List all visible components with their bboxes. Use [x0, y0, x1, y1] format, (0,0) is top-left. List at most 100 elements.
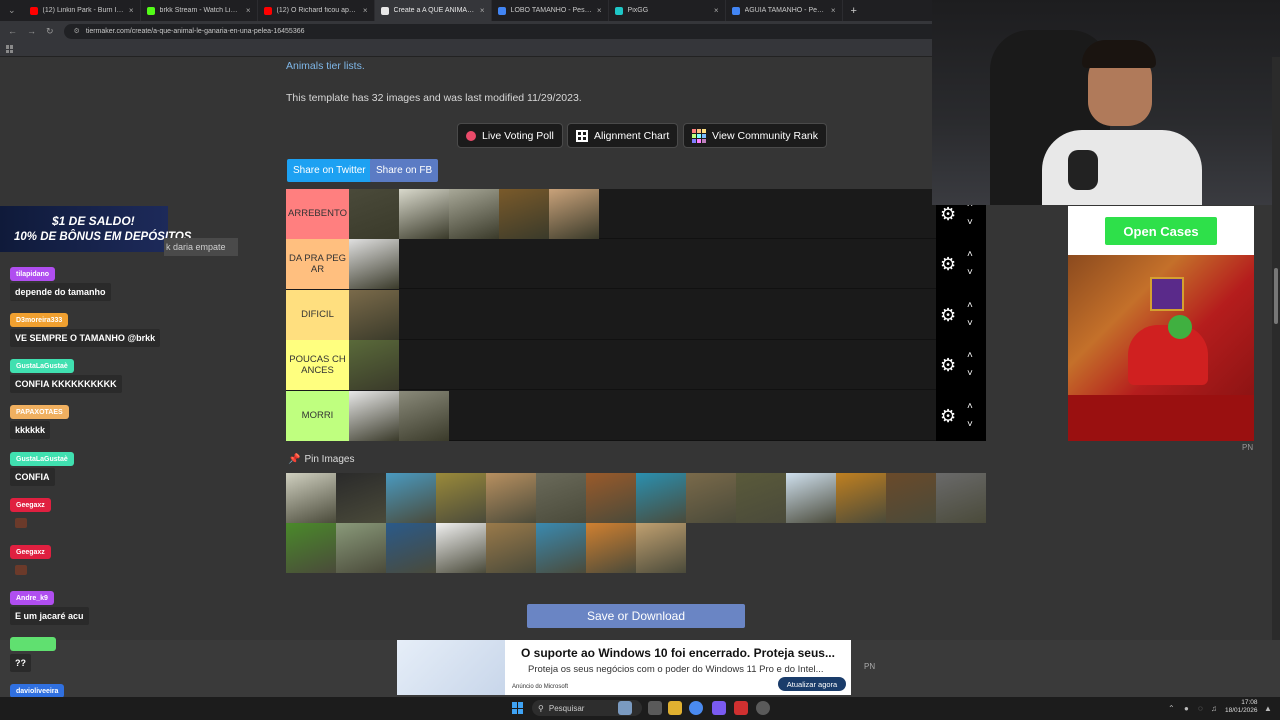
tab-close-icon[interactable]: ×: [831, 6, 836, 15]
gear-icon[interactable]: ⚙: [940, 407, 958, 425]
browser-tab[interactable]: brkk Stream - Watch Live on Kick ×: [141, 0, 258, 21]
scrollbar-thumb[interactable]: [1274, 268, 1278, 324]
chat-username[interactable]: GustaLaGustaè: [10, 359, 74, 373]
animal-thumbnail[interactable]: [399, 390, 449, 441]
tab-close-icon[interactable]: ×: [246, 6, 251, 15]
chat-username[interactable]: tilapidano: [10, 267, 56, 281]
tier-label[interactable]: ARREBENTO: [286, 189, 349, 239]
animal-thumbnail[interactable]: [436, 523, 486, 573]
animal-thumbnail[interactable]: [286, 523, 336, 573]
animal-thumbnail[interactable]: [349, 239, 399, 290]
animal-thumbnail[interactable]: [936, 473, 986, 523]
animal-thumbnail[interactable]: [736, 473, 786, 523]
gear-icon[interactable]: ⚙: [940, 356, 958, 374]
chrome-icon[interactable]: [689, 701, 703, 715]
chat-username[interactable]: GustaLaGustaè: [10, 452, 74, 466]
share-fb-button[interactable]: Share on FB: [370, 159, 439, 182]
app-red-icon[interactable]: [734, 701, 748, 715]
chat-username[interactable]: Andre_k9: [10, 591, 54, 605]
animal-thumbnail[interactable]: [499, 189, 549, 239]
ad-artwork[interactable]: [1068, 255, 1254, 441]
browser-tab[interactable]: (12) Linkin Park - Burn It Down ×: [24, 0, 141, 21]
animal-thumbnail[interactable]: [486, 473, 536, 523]
animal-thumbnail[interactable]: [486, 523, 536, 573]
animal-thumbnail[interactable]: [686, 473, 736, 523]
animal-thumbnail[interactable]: [636, 473, 686, 523]
taskbar-widget-icon[interactable]: [618, 701, 632, 715]
animal-thumbnail[interactable]: [386, 473, 436, 523]
chevron-up-icon[interactable]: ˄: [967, 249, 973, 260]
tray-app-icon[interactable]: ●: [1184, 704, 1189, 713]
animal-thumbnail[interactable]: [886, 473, 936, 523]
animal-thumbnail[interactable]: [399, 189, 449, 239]
chevron-down-icon[interactable]: ˅: [967, 217, 973, 228]
taskbar-clock[interactable]: 17:08 18/01/2026: [1225, 699, 1258, 716]
tier-label[interactable]: DIFICIL: [286, 289, 349, 340]
chevron-down-icon[interactable]: ˅: [967, 318, 973, 329]
animal-thumbnail[interactable]: [386, 523, 436, 573]
view-community-rank-button[interactable]: View Community Rank: [683, 123, 828, 148]
animal-thumbnail[interactable]: [536, 473, 586, 523]
tier-label[interactable]: DA PRA PEGAR: [286, 239, 349, 290]
tab-close-icon[interactable]: ×: [363, 6, 368, 15]
animal-thumbnail[interactable]: [586, 473, 636, 523]
pin-images-header[interactable]: 📌 Pin Images: [288, 454, 354, 465]
tab-close-icon[interactable]: ×: [714, 6, 719, 15]
forward-icon[interactable]: →: [27, 26, 36, 36]
animal-thumbnail[interactable]: [336, 523, 386, 573]
tier-label[interactable]: MORRI: [286, 390, 349, 441]
update-now-button[interactable]: Atualizar agora: [778, 677, 846, 691]
file-explorer-icon[interactable]: [668, 701, 682, 715]
animal-thumbnail[interactable]: [336, 473, 386, 523]
animals-tier-lists-link[interactable]: Animals tier lists.: [286, 60, 365, 72]
back-icon[interactable]: ←: [8, 26, 17, 36]
chat-username[interactable]: Geegaxz: [10, 545, 51, 559]
animal-thumbnail[interactable]: [836, 473, 886, 523]
wifi-icon[interactable]: ◌: [1198, 704, 1203, 713]
browser-tab[interactable]: Create a A QUE ANIMAL LE GANARIA ×: [374, 0, 492, 21]
alignment-chart-button[interactable]: Alignment Chart: [567, 123, 679, 148]
chat-username[interactable]: davioliveeira: [10, 684, 65, 698]
tab-close-icon[interactable]: ×: [129, 6, 134, 15]
chat-username[interactable]: Geegaxz: [10, 498, 51, 512]
animal-thumbnail[interactable]: [536, 523, 586, 573]
apps-icon[interactable]: [6, 45, 14, 53]
tier-label[interactable]: POUCAS CHANCES: [286, 340, 349, 391]
chevron-up-icon[interactable]: ˄: [967, 300, 973, 311]
tray-chevron-icon[interactable]: ⌃: [1168, 704, 1175, 713]
save-download-button[interactable]: Save or Download: [527, 604, 745, 628]
chat-username[interactable]: [10, 637, 56, 651]
gear-icon[interactable]: ⚙: [940, 255, 958, 273]
gear-icon[interactable]: ⚙: [940, 306, 958, 324]
tab-close-icon[interactable]: ×: [480, 6, 485, 15]
volume-icon[interactable]: ♫: [1211, 704, 1217, 713]
chat-username[interactable]: PAPAXOTAES: [10, 405, 69, 419]
browser-tab[interactable]: AGUIA TAMANHO - Pesquisa Google ×: [726, 0, 843, 21]
animal-thumbnail[interactable]: [349, 189, 399, 239]
animal-thumbnail[interactable]: [549, 189, 599, 239]
url-input[interactable]: ⚙ tiermaker.com/create/a-que-animal-le-g…: [63, 23, 964, 39]
chevron-up-icon[interactable]: ˄: [967, 350, 973, 361]
chevron-up-icon[interactable]: ˄: [967, 401, 973, 412]
windows-start-icon[interactable]: [512, 702, 524, 714]
animal-thumbnail[interactable]: [636, 523, 686, 573]
discord-icon[interactable]: [712, 701, 726, 715]
animal-thumbnail[interactable]: [586, 523, 636, 573]
live-voting-poll-button[interactable]: Live Voting Poll: [457, 123, 563, 148]
chevron-down-icon[interactable]: ˅: [967, 267, 973, 278]
tab-search-icon[interactable]: ⌄: [0, 5, 24, 16]
animal-thumbnail[interactable]: [349, 340, 399, 391]
browser-tab[interactable]: PixGG ×: [609, 0, 726, 21]
chat-username[interactable]: D3moreira333: [10, 313, 69, 327]
notification-icon[interactable]: ▲: [1264, 704, 1272, 713]
obs-icon[interactable]: [756, 701, 770, 715]
site-info-icon[interactable]: ⚙: [74, 27, 80, 35]
share-twitter-button[interactable]: Share on Twitter: [287, 159, 372, 182]
gear-icon[interactable]: ⚙: [940, 205, 958, 223]
promo-banner[interactable]: [0, 206, 168, 252]
animal-thumbnail[interactable]: [449, 189, 499, 239]
animal-thumbnail[interactable]: [349, 390, 399, 441]
browser-tab[interactable]: (12) O Richard ficou apavorado ×: [258, 0, 375, 21]
task-view-icon[interactable]: [648, 701, 662, 715]
chevron-down-icon[interactable]: ˅: [967, 368, 973, 379]
